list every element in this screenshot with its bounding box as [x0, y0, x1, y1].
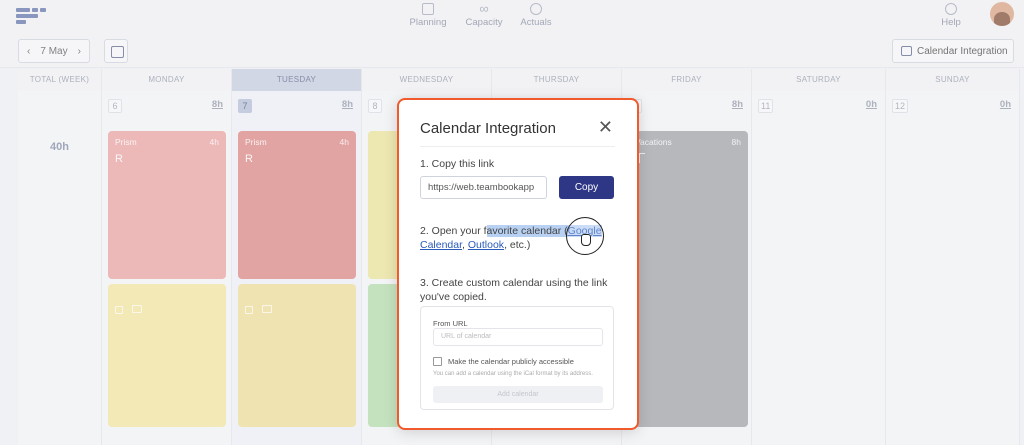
public-checkbox-label: Make the calendar publicly accessible: [448, 357, 574, 366]
close-icon[interactable]: ✕: [598, 118, 613, 136]
cursor-highlight: [566, 217, 604, 255]
step-2-suffix: , etc.): [504, 239, 531, 251]
ical-note: You can add a calendar using the iCal fo…: [433, 371, 593, 377]
copy-button[interactable]: Copy: [559, 176, 614, 199]
outlook-link[interactable]: Outlook: [468, 239, 504, 251]
step-1-label: 1. Copy this link: [420, 158, 495, 170]
calendar-link-field[interactable]: https://web.teambookapp: [420, 176, 547, 199]
step-3-label: 3. Create custom calendar using the link…: [420, 277, 608, 303]
divider: [420, 146, 615, 147]
url-input[interactable]: URL of calendar: [433, 328, 603, 346]
modal-title: Calendar Integration: [420, 120, 556, 137]
google-calendar-link-cont[interactable]: Calendar: [420, 239, 462, 251]
step-2-highlight: avorite calendar (: [486, 225, 568, 237]
add-calendar-form: From URL URL of calendar Make the calend…: [420, 306, 614, 410]
from-url-label: From URL: [433, 319, 468, 328]
public-checkbox[interactable]: [433, 357, 442, 366]
add-calendar-button[interactable]: Add calendar: [433, 386, 603, 403]
calendar-integration-modal: Calendar Integration ✕ 1. Copy this link…: [397, 98, 639, 430]
step-2-prefix: 2. Open your f: [420, 225, 487, 237]
